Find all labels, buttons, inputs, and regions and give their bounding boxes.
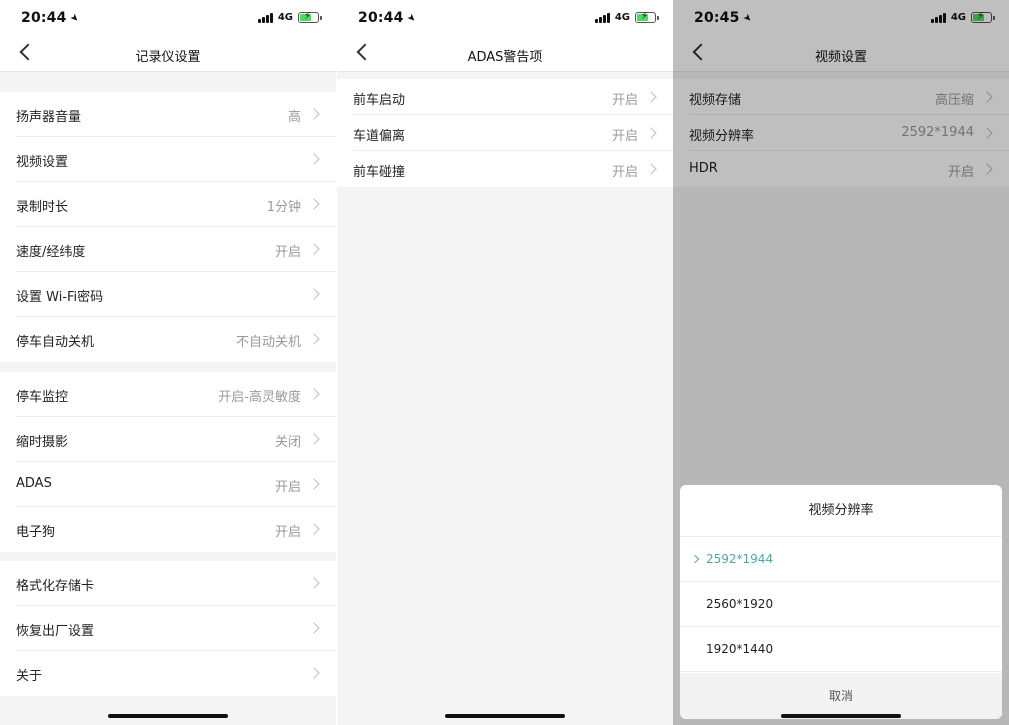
row-label: 设置 Wi-Fi密码 — [16, 290, 104, 305]
row-value: 开启-高灵敏度 — [218, 390, 301, 405]
chevron-right-icon — [308, 667, 320, 679]
settings-row[interactable]: ADAS 开启 — [16, 462, 336, 507]
resolution-option[interactable]: 1920*1440 — [680, 627, 1002, 672]
option-label: 2592*1944 — [706, 552, 774, 566]
chevron-right-icon — [308, 577, 320, 589]
chevron-right-icon — [308, 622, 320, 634]
status-time: 20:44➤ — [358, 10, 418, 26]
option-label: 1920*1440 — [706, 642, 774, 656]
row-label: 停车监控 — [16, 390, 69, 405]
status-time-text: 20:44 — [21, 10, 67, 26]
page-title: ADAS警告项 — [467, 50, 543, 65]
chevron-right-icon — [645, 127, 657, 139]
adas-warning-list: 前车启动 开启 车道偏离 开启 前车碰撞 开启 — [337, 79, 673, 187]
settings-row[interactable]: 设置 Wi-Fi密码 — [16, 272, 336, 317]
row-label: 车道偏离 — [353, 129, 406, 144]
nav-bar: 记录仪设置 — [0, 36, 336, 72]
status-time: 20:44➤ — [21, 10, 81, 26]
settings-row[interactable]: 格式化存储卡 — [16, 561, 336, 606]
home-indicator — [445, 714, 565, 718]
row-label: 前车碰撞 — [353, 165, 406, 180]
location-arrow-icon: ➤ — [403, 11, 418, 26]
option-label: 2560*1920 — [706, 597, 774, 611]
selected-chevron-icon — [690, 554, 700, 564]
settings-row[interactable]: 缩时摄影 关闭 — [16, 417, 336, 462]
status-bar: 20:44➤ 4G ⚡ — [337, 0, 673, 36]
chevron-right-icon — [308, 108, 320, 120]
resolution-option[interactable]: 2560*1920 — [680, 582, 1002, 627]
settings-row[interactable]: 关于 — [16, 651, 336, 696]
settings-row[interactable]: 停车自动关机 不自动关机 — [16, 317, 336, 362]
network-type: 4G — [614, 12, 630, 23]
nav-bar: ADAS警告项 — [337, 36, 673, 72]
row-value: 不自动关机 — [235, 335, 301, 350]
row-label: 扬声器音量 — [16, 110, 82, 125]
chevron-right-icon — [308, 198, 320, 210]
settings-row[interactable]: 速度/经纬度 开启 — [16, 227, 336, 272]
sheet-title: 视频分辨率 — [680, 485, 1002, 537]
row-label: 录制时长 — [16, 200, 69, 215]
battery-icon: ⚡ — [298, 11, 322, 23]
chevron-right-icon — [645, 91, 657, 103]
settings-group-1: 扬声器音量高视频设置 录制时长 1分钟 速度/经纬度 开启 设置 Wi-Fi密码 停车自动关… — [0, 92, 336, 362]
settings-row[interactable]: 停车监控 开启-高灵敏度 — [16, 372, 336, 417]
resolution-option[interactable]: 2592*1944 — [680, 537, 1002, 582]
row-label: 前车启动 — [353, 93, 406, 108]
chevron-right-icon — [308, 388, 320, 400]
chevron-right-icon — [308, 333, 320, 345]
settings-row[interactable]: 电子狗 开启 — [16, 507, 336, 552]
page-title: 记录仪设置 — [135, 50, 201, 65]
settings-row[interactable]: 扬声器音量 高 — [16, 92, 336, 137]
chevron-right-icon — [308, 433, 320, 445]
screen-video-settings: 20:45➤ 4G ⚡ 视频设置 视频存储 高压缩 视频分辨率 2592*1944 HD… — [673, 0, 1009, 725]
chevron-right-icon — [308, 243, 320, 255]
status-time-text: 20:44 — [358, 10, 404, 26]
row-label: 视频设置 — [16, 155, 69, 170]
screen-recorder-settings: 20:44➤ 4G ⚡ 记录仪设置 扬声器音量 高视频设置录制时长 1分钟速度/经纬… — [0, 0, 336, 725]
settings-row[interactable]: 前车碰撞 开启 — [353, 151, 673, 187]
row-value: 开启 — [611, 129, 638, 144]
row-value: 1分钟 — [266, 200, 301, 215]
settings-group-3: 格式化存储卡 恢复出厂设置 关于 — [0, 561, 336, 696]
row-value: 开启 — [611, 165, 638, 180]
row-label: ADAS — [16, 476, 52, 491]
row-value: 开启 — [611, 93, 638, 108]
settings-row[interactable]: 恢复出厂设置 — [16, 606, 336, 651]
settings-row[interactable]: 车道偏离 开启 — [353, 115, 673, 151]
signal-icon — [258, 13, 274, 23]
battery-icon: ⚡ — [635, 11, 659, 23]
row-value: 关闭 — [274, 435, 301, 450]
chevron-right-icon — [308, 478, 320, 490]
row-value: 开启 — [274, 245, 301, 260]
signal-icon — [595, 13, 611, 23]
resolution-options: 2592*1944 2560*1920 1920*1440 — [680, 537, 1002, 672]
settings-row[interactable]: 前车启动 开启 — [353, 79, 673, 115]
row-label: 停车自动关机 — [16, 335, 95, 350]
settings-row[interactable]: 视频设置 — [16, 137, 336, 182]
network-type: 4G — [277, 12, 293, 23]
row-label: 关于 — [16, 669, 43, 684]
status-bar: 20:44➤ 4G ⚡ — [0, 0, 336, 36]
row-label: 电子狗 — [16, 525, 56, 540]
row-label: 恢复出厂设置 — [16, 624, 95, 639]
row-label: 速度/经纬度 — [16, 245, 86, 260]
home-indicator — [108, 714, 228, 718]
settings-row[interactable]: 录制时长 1分钟 — [16, 182, 336, 227]
row-value: 开启 — [274, 525, 301, 540]
resolution-action-sheet: 视频分辨率 2592*1944 2560*1920 1920*1440 取消 — [680, 485, 1002, 719]
settings-group-2: 停车监控 开启-高灵敏度 缩时摄影 关闭 ADAS 开启 电子狗 开启 — [0, 372, 336, 552]
chevron-right-icon — [308, 523, 320, 535]
location-arrow-icon: ➤ — [66, 11, 81, 26]
row-label: 缩时摄影 — [16, 435, 69, 450]
chevron-right-icon — [308, 288, 320, 300]
home-indicator — [781, 714, 901, 718]
row-value: 开启 — [274, 480, 301, 495]
chevron-right-icon — [645, 163, 657, 175]
chevron-right-icon — [308, 153, 320, 165]
cancel-button[interactable]: 取消 — [680, 673, 1002, 719]
screen-adas-warnings: 20:44➤ 4G ⚡ ADAS警告项 前车启动 开启 车道偏离 开启 前车碰撞 开启 — [337, 0, 673, 725]
row-label: 格式化存储卡 — [16, 579, 95, 594]
row-value: 高 — [287, 110, 301, 125]
